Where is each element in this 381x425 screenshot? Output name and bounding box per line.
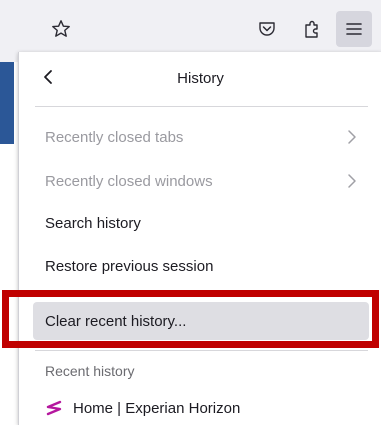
menu-item-recently-closed-windows[interactable]: Recently closed windows (33, 162, 369, 200)
extensions-icon (302, 19, 322, 39)
extensions-button[interactable] (294, 11, 330, 47)
recent-history-heading: Recent history (45, 363, 135, 379)
panel-header: History (19, 52, 381, 106)
divider (35, 106, 368, 107)
menu-item-search-history[interactable]: Search history (33, 204, 369, 242)
chevron-right-icon (347, 173, 357, 193)
chevron-right-icon (347, 129, 357, 149)
bookmark-star-button[interactable] (43, 11, 79, 47)
menu-item-label: Restore previous session (45, 257, 214, 275)
app-menu-button[interactable] (336, 11, 372, 47)
menu-item-label: Search history (45, 214, 141, 232)
pocket-button[interactable] (249, 11, 285, 47)
star-icon (51, 19, 71, 39)
pocket-icon (257, 19, 277, 39)
panel-title: History (177, 70, 224, 87)
divider (35, 350, 368, 351)
experian-logo-icon (45, 400, 63, 416)
menu-item-label: Recently closed windows (45, 172, 213, 190)
page-accent-block (0, 62, 14, 144)
menu-item-restore-session[interactable]: Restore previous session (33, 247, 369, 285)
history-entry-title: Home | Experian Horizon (73, 399, 241, 417)
menu-item-recently-closed-tabs[interactable]: Recently closed tabs (33, 118, 369, 156)
annotation-highlight-box (2, 290, 379, 348)
menu-item-label: Recently closed tabs (45, 128, 184, 146)
history-panel: History Recently closed tabs Recently cl… (18, 52, 381, 425)
page-content-edge (0, 62, 14, 425)
menu-icon (344, 19, 364, 39)
history-entry[interactable]: Home | Experian Horizon (33, 391, 369, 425)
